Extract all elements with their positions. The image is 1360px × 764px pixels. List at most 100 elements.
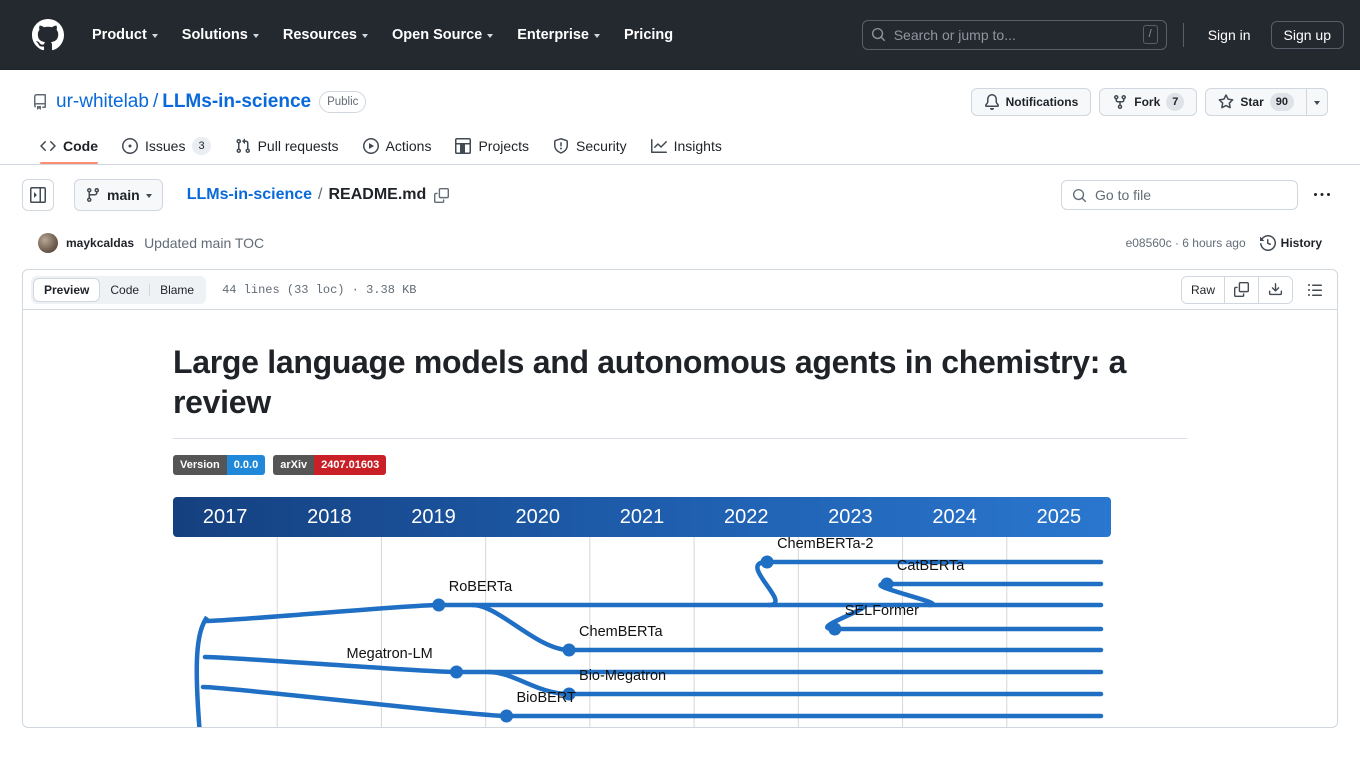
search-shortcut-badge: / xyxy=(1142,25,1158,44)
chevron-down-icon xyxy=(487,33,494,38)
global-nav: Product Solutions Resources Open Source … xyxy=(80,21,685,49)
copy-raw-icon[interactable] xyxy=(1224,276,1258,303)
copy-path-icon[interactable] xyxy=(434,187,450,203)
timeline-year-2023: 2023 xyxy=(828,506,873,528)
chevron-down-icon xyxy=(151,33,158,38)
issue-opened-icon xyxy=(122,138,138,154)
bell-icon xyxy=(984,94,999,110)
commit-meta: e08560c · 6 hours ago History xyxy=(1126,235,1322,251)
view-mode-switcher: Preview Code Blame xyxy=(31,275,207,304)
arxiv-badge[interactable]: arXiv 2407.01603 xyxy=(273,455,387,475)
repo-icon xyxy=(32,94,48,110)
raw-button[interactable]: Raw xyxy=(1181,276,1224,303)
repo-name-link[interactable]: LLMs-in-science xyxy=(162,91,311,113)
timeline-label-biobert: BioBERT xyxy=(516,690,576,706)
nav-label: Enterprise xyxy=(517,26,589,43)
list-unordered-icon[interactable] xyxy=(1301,276,1329,304)
repository-header: ur-whitelab / LLMs-in-science Public Not… xyxy=(0,70,1360,118)
tab-security[interactable]: Security xyxy=(545,131,635,163)
repository-tabs: Code Issues 3 Pull requests Actions Proj… xyxy=(0,118,1360,164)
star-button[interactable]: Star 90 xyxy=(1205,88,1307,116)
nav-label: Open Source xyxy=(392,26,483,43)
timeline-label-chemberta: ChemBERTa xyxy=(579,624,663,640)
download-icon[interactable] xyxy=(1258,276,1292,303)
tab-projects[interactable]: Projects xyxy=(447,131,537,163)
tab-actions[interactable]: Actions xyxy=(355,131,440,163)
tab-preview[interactable]: Preview xyxy=(33,277,101,302)
nav-label: Product xyxy=(92,26,147,43)
tab-code[interactable]: Code xyxy=(32,131,106,164)
arxiv-badge-label: arXiv xyxy=(273,455,315,475)
timeline-node-selformer xyxy=(828,622,842,636)
history-label: History xyxy=(1280,236,1322,250)
nav-item-product[interactable]: Product xyxy=(80,21,170,49)
nav-item-open-source[interactable]: Open Source xyxy=(380,21,505,49)
arxiv-badge-value: 2407.01603 xyxy=(314,455,387,475)
nav-item-enterprise[interactable]: Enterprise xyxy=(505,21,612,49)
sign-up-button[interactable]: Sign up xyxy=(1270,20,1344,49)
tab-pull-requests[interactable]: Pull requests xyxy=(227,131,347,163)
commit-message[interactable]: Updated main TOC xyxy=(144,235,264,251)
nav-label: Resources xyxy=(282,26,357,43)
chevron-down-icon xyxy=(252,33,259,38)
repo-owner-link[interactable]: ur-whitelab xyxy=(56,91,149,113)
nav-item-resources[interactable]: Resources xyxy=(271,21,380,49)
git-branch-icon xyxy=(86,188,99,203)
star-count: 90 xyxy=(1269,93,1294,111)
tab-code-view[interactable]: Code xyxy=(100,278,149,302)
sidebar-expand-icon[interactable] xyxy=(22,179,54,211)
git-pull-request-icon xyxy=(236,138,250,154)
tab-issues[interactable]: Issues 3 xyxy=(114,130,219,164)
timeline-label-catberta: CatBERTa xyxy=(896,558,965,574)
tab-blame[interactable]: Blame xyxy=(150,278,204,302)
search-icon xyxy=(871,27,886,42)
tab-label: Issues xyxy=(145,138,186,154)
tab-label: Security xyxy=(576,138,627,154)
timeline-label-chemberta-2: ChemBERTa-2 xyxy=(777,536,874,552)
avatar[interactable] xyxy=(38,233,58,253)
version-badge-label: Version xyxy=(173,455,227,475)
header-right-cluster: Search or jump to... / Sign in Sign up xyxy=(861,19,1344,50)
fork-button[interactable]: Fork 7 xyxy=(1099,88,1198,116)
tab-insights[interactable]: Insights xyxy=(643,131,730,163)
tab-label: Code xyxy=(63,138,98,154)
version-badge[interactable]: Version 0.0.0 xyxy=(173,455,266,475)
star-dropdown-button[interactable] xyxy=(1307,88,1328,116)
search-placeholder-text: Search or jump to... xyxy=(893,26,1016,43)
table-icon xyxy=(455,138,472,154)
branch-selector[interactable]: main xyxy=(74,179,163,211)
kebab-horizontal-icon[interactable] xyxy=(1306,179,1338,211)
branch-name: main xyxy=(107,187,140,203)
breadcrumb-separator: / xyxy=(318,186,323,203)
commit-author[interactable]: maykcaldas xyxy=(66,236,134,250)
timeline-year-axis: 2017 2018 2019 2020 2021 2022 2023 2024 2025 xyxy=(173,497,1111,537)
nav-item-pricing[interactable]: Pricing xyxy=(612,21,685,49)
timeline-label-bio-megatron: Bio-Megatron xyxy=(579,668,667,684)
fork-icon xyxy=(1114,95,1127,110)
badge-row: Version 0.0.0 arXiv 2407.01603 xyxy=(173,455,1187,475)
timeline-node-catberta xyxy=(880,577,894,591)
search-input[interactable]: Search or jump to... / xyxy=(861,19,1167,50)
star-button-group: Star 90 xyxy=(1205,88,1328,116)
tab-label: Projects xyxy=(478,138,530,154)
timeline-year-2024: 2024 xyxy=(932,506,977,528)
search-icon xyxy=(1072,188,1087,202)
github-mark-icon[interactable] xyxy=(32,18,64,51)
title-divider xyxy=(173,438,1187,439)
go-to-file-input[interactable]: Go to file xyxy=(1061,180,1298,210)
notifications-button[interactable]: Notifications xyxy=(970,88,1092,116)
repo-visibility-badge: Public xyxy=(319,91,367,113)
timeline-node-biobert xyxy=(500,709,514,723)
history-link[interactable]: History xyxy=(1259,235,1322,251)
tab-label: Actions xyxy=(385,138,432,154)
star-label: Star xyxy=(1240,95,1264,109)
commit-sha-and-time[interactable]: e08560c · 6 hours ago xyxy=(1126,236,1246,250)
star-icon xyxy=(1218,94,1234,109)
sign-in-button[interactable]: Sign in xyxy=(1200,27,1259,43)
go-to-file-placeholder: Go to file xyxy=(1095,187,1152,203)
issues-count: 3 xyxy=(192,137,211,155)
nav-item-solutions[interactable]: Solutions xyxy=(170,21,271,49)
tab-label: Pull requests xyxy=(257,138,339,154)
breadcrumb-repo-link[interactable]: LLMs-in-science xyxy=(187,186,312,204)
file-navigation-bar: main LLMs-in-science / README.md Go to f… xyxy=(0,165,1360,211)
